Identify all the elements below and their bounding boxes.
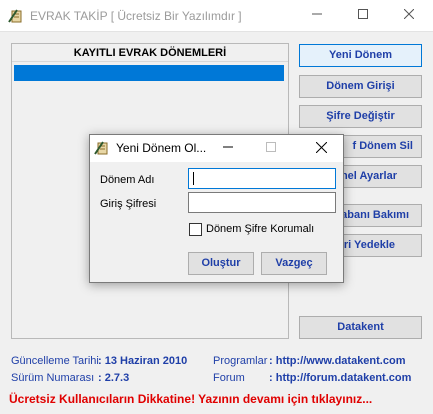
version-label: Sürüm Numarası [11, 372, 95, 384]
close-button[interactable] [386, 0, 432, 31]
new-period-button[interactable]: Yeni Dönem [299, 44, 422, 67]
maximize-icon [266, 142, 276, 155]
period-login-button[interactable]: Dönem Girişi [299, 75, 422, 98]
period-list-selected-row[interactable] [14, 65, 284, 81]
text-caret [193, 172, 194, 185]
dialog-title-bar[interactable]: Yeni Dönem Ol... [90, 135, 343, 162]
forum-label: Forum [213, 372, 245, 384]
minimize-icon [223, 142, 233, 155]
free-users-notice-link[interactable]: Ücretsiz Kullanıcıların Dikkatine! Yazın… [9, 392, 372, 406]
dialog-maximize-button [250, 135, 292, 162]
version-value: : 2.7.3 [98, 372, 130, 384]
app-document-icon [8, 8, 24, 24]
maximize-button[interactable] [340, 0, 386, 31]
minimize-button[interactable] [294, 0, 340, 31]
minimize-icon [312, 9, 322, 22]
close-icon [403, 8, 415, 22]
period-list-header: KAYITLI EVRAK DÖNEMLERİ [12, 44, 288, 62]
password-protect-checkbox[interactable] [189, 223, 202, 236]
dialog-document-icon [94, 140, 110, 156]
create-button[interactable]: Oluştur [188, 252, 254, 275]
password-input[interactable] [188, 192, 336, 213]
programs-link[interactable]: : http://www.datakent.com [269, 355, 406, 367]
update-date-value: : 13 Haziran 2010 [98, 355, 188, 367]
title-bar[interactable]: EVRAK TAKİP [ Ücretsiz Bir Yazılımdır ] [0, 0, 433, 31]
programs-label: Programlar [213, 355, 268, 367]
password-label: Giriş Şifresi [100, 198, 157, 210]
window-title: EVRAK TAKİP [ Ücretsiz Bir Yazılımdır ] [30, 9, 242, 23]
period-name-input[interactable] [188, 168, 336, 189]
forum-link[interactable]: : http://forum.datakent.com [269, 372, 411, 384]
dialog-title: Yeni Dönem Ol... [116, 141, 207, 155]
update-date-label: Güncelleme Tarihi [11, 355, 99, 367]
dialog-minimize-button[interactable] [207, 135, 249, 162]
password-protect-label[interactable]: Dönem Şifre Korumalı [206, 223, 314, 235]
close-icon [315, 141, 327, 156]
change-password-button[interactable]: Şifre Değiştir [299, 105, 422, 128]
maximize-icon [358, 9, 368, 22]
cancel-button[interactable]: Vazgeç [261, 252, 327, 275]
dialog-close-button[interactable] [300, 135, 342, 162]
period-name-label: Dönem Adı [100, 174, 155, 186]
new-period-dialog: Yeni Dönem Ol... Dönem Adı Giriş Şifresi… [89, 134, 344, 283]
datakent-button[interactable]: Datakent [299, 316, 422, 339]
